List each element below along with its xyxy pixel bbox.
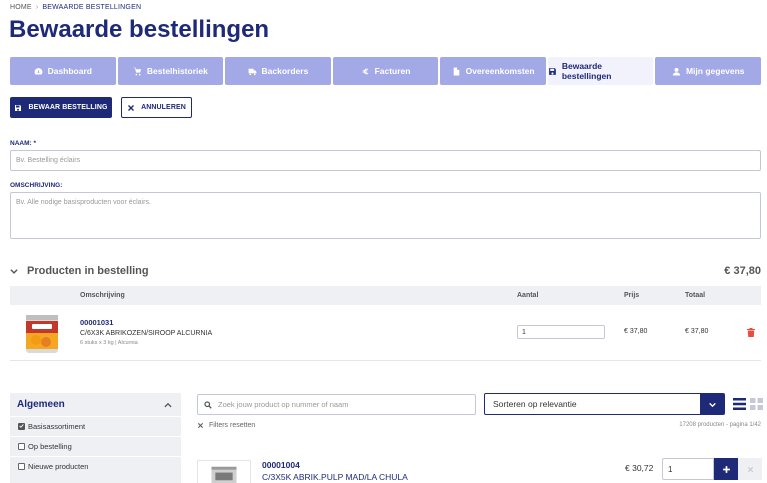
trash-icon[interactable] xyxy=(747,328,755,337)
sort-value: Sorteren op relevantie xyxy=(493,399,577,409)
table-row: 00001031 C/6X3K ABRIKOZEN/SIROOP ALCURNI… xyxy=(10,305,761,361)
reset-filters-label: Filters resetten xyxy=(209,422,256,429)
chevron-down-icon xyxy=(10,269,18,274)
column-description: Omschrijving xyxy=(80,292,125,299)
breadcrumb-home[interactable]: HOME xyxy=(10,4,32,11)
filter-label: Nieuwe producten xyxy=(28,461,89,471)
tab-label: Dashboard xyxy=(47,66,92,76)
filter-group-toggle[interactable]: Algemeen xyxy=(10,393,181,416)
filter-label: Op bestelling xyxy=(28,441,72,451)
chevron-down-icon xyxy=(708,402,716,407)
save-order-button[interactable]: BEWAAR BESTELLING xyxy=(10,97,112,118)
truck-icon xyxy=(248,68,256,75)
save-icon xyxy=(15,104,22,111)
order-total: € 37,80 xyxy=(724,265,761,277)
filter-nieuwe-producten[interactable]: Nieuwe producten xyxy=(10,456,181,475)
breadcrumb-current: BEWAARDE BESTELLINGEN xyxy=(42,4,142,11)
product-code[interactable]: 00001031 xyxy=(80,318,113,327)
product-price: € 30,72 xyxy=(625,463,654,473)
product-name: C/6X3K ABRIKOZEN/SIROOP ALCURNIA xyxy=(80,330,213,337)
checkbox[interactable] xyxy=(18,462,25,470)
tab-label: Mijn gegevens xyxy=(685,66,745,76)
product-image[interactable] xyxy=(18,309,66,357)
grid-view-icon[interactable] xyxy=(750,398,763,410)
close-icon xyxy=(197,422,204,429)
name-label: NAAM: * xyxy=(10,140,36,147)
filter-op-bestelling[interactable]: Op bestelling xyxy=(10,436,181,455)
result-count: 17208 producten - pagina 1/42 xyxy=(679,422,761,428)
breadcrumb-separator: › xyxy=(35,4,39,11)
name-input[interactable]: Bv. Bestelling éclairs xyxy=(10,150,761,171)
product-name[interactable]: C/3X5K ABRIK.PULP MAD/LA CHULA xyxy=(262,472,408,482)
column-quantity: Aantal xyxy=(517,292,539,299)
checkbox[interactable] xyxy=(18,442,25,450)
filter-heading: Algemeen xyxy=(17,399,65,410)
quantity-input[interactable]: 1 xyxy=(517,325,605,339)
tab-bewaarde-bestellingen[interactable]: Bewaarde bestellingen xyxy=(547,57,654,85)
tab-mijn-gegevens[interactable]: Mijn gegevens xyxy=(655,57,762,85)
product-code[interactable]: 00001004 xyxy=(262,460,300,470)
cancel-button[interactable]: ANNULEREN xyxy=(121,97,192,118)
description-textarea[interactable]: Bv. Alle nodige basisproducten voor écla… xyxy=(10,192,761,239)
save-order-label: BEWAAR BESTELLING xyxy=(28,104,108,111)
check-icon xyxy=(19,424,24,428)
tab-label: Bewaarde bestellingen xyxy=(561,61,612,81)
search-placeholder: Zoek jouw product op nummer of naam xyxy=(218,400,349,409)
user-icon xyxy=(672,67,681,75)
sort-dropdown-button[interactable] xyxy=(700,394,724,414)
euro-icon xyxy=(362,68,368,74)
sort-select[interactable]: Sorteren op relevantie xyxy=(484,393,725,415)
column-price: Prijs xyxy=(624,292,640,299)
save-icon xyxy=(549,67,556,75)
tab-backorders[interactable]: Backorders xyxy=(225,57,331,85)
filter-sidebar: Algemeen Basisassortiment Op bestelling … xyxy=(10,393,181,483)
product-search-input[interactable]: Zoek jouw product op nummer of naam xyxy=(197,394,476,415)
tab-label: Backorders xyxy=(261,66,309,76)
order-heading: Producten in bestelling xyxy=(27,265,149,277)
quantity-input[interactable]: 1 xyxy=(662,458,714,480)
account-tabs: Dashboard Bestelhistoriek Backorders Fac… xyxy=(10,57,762,85)
tab-overeenkomsten[interactable]: Overeenkomsten xyxy=(440,57,546,85)
cart-icon xyxy=(133,67,142,75)
dashboard-icon xyxy=(34,67,42,75)
filter-basisassortiment[interactable]: Basisassortiment xyxy=(10,416,181,435)
tab-label: Facturen xyxy=(374,66,411,76)
plus-icon xyxy=(722,465,730,473)
search-icon xyxy=(204,400,212,409)
description-label: OMSCHRIJVING: xyxy=(10,182,63,189)
column-total: Totaal xyxy=(685,292,706,299)
reset-filters-button[interactable]: Filters resetten xyxy=(197,422,255,429)
add-to-order-button[interactable] xyxy=(714,458,738,480)
tab-bestelhistoriek[interactable]: Bestelhistoriek xyxy=(117,57,224,85)
page-title: Bewaarde bestellingen xyxy=(9,16,270,43)
close-icon xyxy=(128,104,135,111)
product-total: € 37,80 xyxy=(685,328,709,335)
breadcrumb: HOME › BEWAARDE BESTELLINGEN xyxy=(10,4,141,11)
chevron-up-icon xyxy=(164,402,172,407)
close-icon xyxy=(747,466,753,472)
product-price: € 37,80 xyxy=(624,328,648,335)
order-section-toggle[interactable]: Producten in bestelling xyxy=(9,265,149,277)
product-image[interactable] xyxy=(197,460,251,483)
product-meta: 6 stuks x 3 kg | Alcurnia xyxy=(80,340,138,346)
cancel-label: ANNULEREN xyxy=(141,104,186,111)
remove-button[interactable] xyxy=(738,458,762,480)
tab-label: Bestelhistoriek xyxy=(146,66,208,76)
tab-label: Overeenkomsten xyxy=(465,66,535,76)
tab-facturen[interactable]: Facturen xyxy=(332,57,439,85)
checkbox[interactable] xyxy=(18,422,25,430)
filter-label: Basisassortiment xyxy=(28,421,86,431)
list-view-icon[interactable] xyxy=(733,398,746,410)
document-icon xyxy=(453,67,459,75)
tab-dashboard[interactable]: Dashboard xyxy=(10,57,116,85)
order-table-header: Omschrijving Aantal Prijs Totaal xyxy=(10,286,761,305)
